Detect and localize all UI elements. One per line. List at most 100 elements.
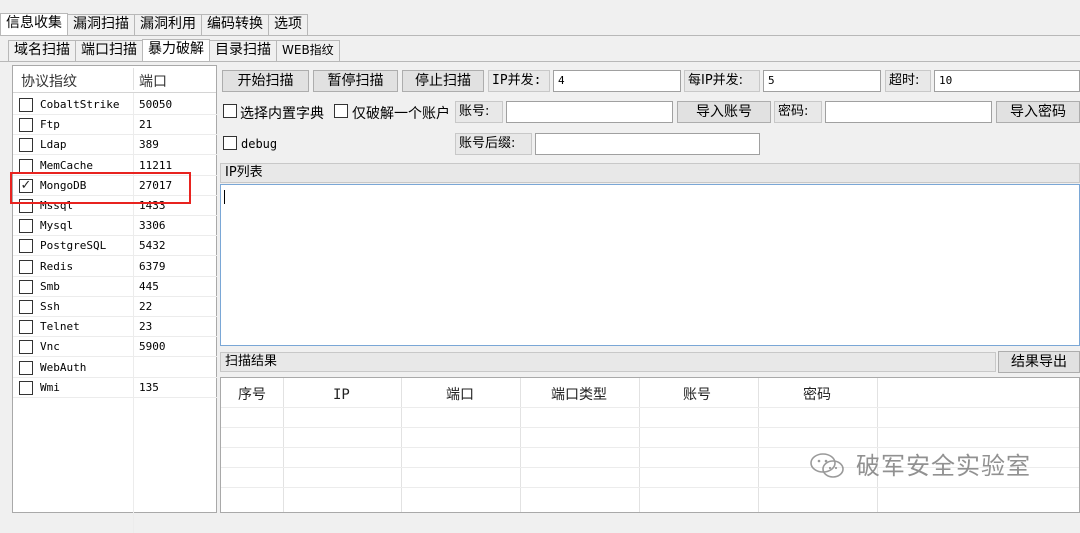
protocol-row-ldap[interactable]: Ldap 389 — [13, 135, 217, 156]
protocol-name: Vnc — [40, 340, 60, 354]
tab-port-scan[interactable]: 端口扫描 — [75, 40, 143, 61]
protocol-checkbox[interactable] — [19, 380, 33, 395]
protocol-row-wmi[interactable]: Wmi 135 — [13, 378, 217, 398]
pause-scan-button[interactable]: 暂停扫描 — [313, 70, 398, 92]
protocol-port: 5900 — [139, 340, 166, 354]
column-separator — [133, 68, 134, 90]
col-header-password[interactable]: 密码 — [803, 384, 831, 404]
tab-info-gathering[interactable]: 信息收集 — [0, 13, 68, 35]
timeout-input[interactable]: 10 — [934, 70, 1080, 92]
protocol-checkbox[interactable] — [19, 138, 33, 153]
protocol-row-webauth[interactable]: WebAuth — [13, 358, 217, 378]
mongodb-highlight-box — [10, 172, 191, 204]
protocol-list[interactable]: 协议指纹 端口 CobaltStrike 50050 Ftp 21 Ldap 389 Mem… — [12, 65, 217, 533]
export-results-button[interactable]: 结果导出 — [998, 351, 1080, 373]
col-header-port[interactable]: 端口 — [446, 384, 474, 404]
wechat-icon — [810, 453, 844, 478]
protocol-row-ssh[interactable]: Ssh 22 — [13, 297, 217, 317]
protocol-row-telnet[interactable]: Telnet 23 — [13, 317, 217, 338]
single-account-label: 仅破解一个账户 — [352, 106, 450, 122]
protocol-name: WebAuth — [40, 360, 87, 374]
import-account-button[interactable]: 导入账号 — [677, 101, 771, 123]
protocol-name: MemCache — [40, 158, 93, 172]
protocol-row-redis[interactable]: Redis 6379 — [13, 257, 217, 277]
tab-web-fingerprint[interactable]: WEB指纹 — [276, 40, 340, 61]
protocol-column-header[interactable]: 协议指纹 — [21, 71, 77, 91]
protocol-row-ftp[interactable]: Ftp 21 — [13, 115, 217, 136]
grid-line — [221, 487, 1079, 488]
protocol-checkbox[interactable] — [19, 320, 33, 335]
grid-line — [283, 378, 284, 512]
single-account-checkbox[interactable] — [334, 104, 348, 118]
builtin-dict-checkbox[interactable] — [223, 104, 237, 118]
account-suffix-label: 账号后缀: — [455, 133, 532, 155]
protocol-name: Telnet — [40, 320, 80, 334]
protocol-port: 21 — [139, 118, 153, 132]
protocol-checkbox[interactable] — [19, 360, 33, 375]
grid-line — [639, 378, 640, 512]
ip-list-textarea[interactable] — [220, 184, 1080, 346]
per-ip-concurrency-input[interactable]: 5 — [763, 70, 881, 92]
account-suffix-input[interactable] — [535, 133, 760, 155]
protocol-checkbox[interactable] — [19, 239, 33, 254]
col-header-port-type[interactable]: 端口类型 — [551, 384, 607, 404]
protocol-checkbox[interactable] — [19, 300, 33, 314]
protocol-row-cobaltstrike[interactable]: CobaltStrike 50050 — [13, 95, 217, 115]
import-password-button[interactable]: 导入密码 — [996, 101, 1080, 123]
protocol-checkbox[interactable] — [19, 98, 33, 112]
protocol-name: Redis — [40, 259, 74, 273]
protocol-port: 6379 — [139, 259, 166, 273]
protocol-name: Ldap — [40, 138, 67, 152]
tab-brute-force[interactable]: 暴力破解 — [142, 39, 210, 61]
protocol-port: 23 — [139, 320, 153, 334]
col-header-ip[interactable]: IP — [333, 387, 350, 403]
protocol-port: 22 — [139, 300, 153, 313]
ip-list-header: IP列表 — [220, 163, 1080, 183]
protocol-list-header: 协议指纹 端口 — [13, 66, 216, 93]
debug-checkbox[interactable] — [223, 136, 237, 150]
protocol-name: PostgreSQL — [40, 239, 107, 253]
protocol-port: 5432 — [139, 239, 166, 253]
col-header-index[interactable]: 序号 — [238, 384, 266, 404]
password-input[interactable] — [825, 101, 992, 123]
protocol-name: Ssh — [40, 300, 60, 313]
password-label: 密码: — [774, 101, 822, 123]
grid-line — [401, 378, 402, 512]
grid-line — [758, 378, 759, 512]
stop-scan-button[interactable]: 停止扫描 — [402, 70, 484, 92]
tab-vuln-exploit[interactable]: 漏洞利用 — [134, 14, 202, 35]
protocol-checkbox[interactable] — [19, 259, 33, 274]
protocol-name: CobaltStrike — [40, 98, 120, 111]
tab-vuln-scan[interactable]: 漏洞扫描 — [67, 14, 135, 35]
debug-label: debug — [241, 137, 278, 151]
ip-concurrency-input[interactable]: 4 — [553, 70, 681, 92]
protocol-port: 445 — [139, 279, 159, 293]
tab-domain-scan[interactable]: 域名扫描 — [8, 40, 76, 61]
tab-encoding[interactable]: 编码转换 — [201, 14, 269, 35]
tab-dir-scan[interactable]: 目录扫描 — [209, 40, 277, 61]
protocol-checkbox[interactable] — [19, 340, 33, 355]
start-scan-button[interactable]: 开始扫描 — [222, 70, 309, 92]
ip-concurrency-label: IP并发: — [488, 70, 550, 92]
main-tab-strip: 信息收集 漏洞扫描 漏洞利用 编码转换 选项 — [0, 13, 308, 35]
protocol-row-mysql[interactable]: Mysql 3306 — [13, 216, 217, 237]
timeout-label: 超时: — [885, 70, 931, 92]
protocol-row-vnc[interactable]: Vnc 5900 — [13, 337, 217, 358]
tab-options[interactable]: 选项 — [268, 14, 308, 35]
col-header-account[interactable]: 账号 — [683, 384, 711, 404]
grid-line — [221, 407, 1079, 408]
port-column-header[interactable]: 端口 — [139, 71, 167, 91]
protocol-port: 135 — [139, 380, 159, 394]
watermark-text: 破军安全实验室 — [856, 452, 1031, 480]
protocol-port: 11211 — [139, 158, 173, 172]
protocol-name: Mysql — [40, 219, 74, 233]
protocol-checkbox[interactable] — [19, 279, 33, 294]
protocol-row-smb[interactable]: Smb 445 — [13, 277, 217, 297]
protocol-checkbox[interactable] — [19, 118, 33, 133]
protocol-checkbox[interactable] — [19, 219, 33, 234]
account-input[interactable] — [506, 101, 673, 123]
protocol-name: Smb — [40, 279, 60, 293]
results-table[interactable]: 序号 IP 端口 端口类型 账号 密码 — [220, 377, 1080, 513]
protocol-row-postgresql[interactable]: PostgreSQL 5432 — [13, 236, 217, 257]
protocol-checkbox[interactable] — [19, 158, 33, 173]
